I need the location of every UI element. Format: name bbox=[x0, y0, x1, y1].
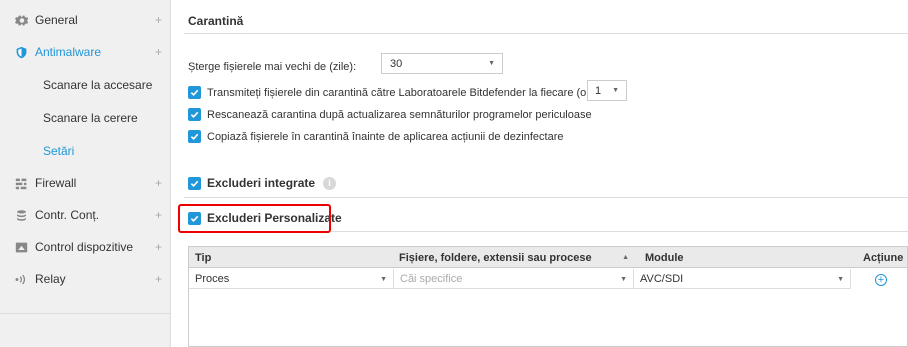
send-to-labs-label: Transmiteți fișierele din carantină cătr… bbox=[207, 86, 600, 99]
divider bbox=[331, 231, 908, 232]
chevron-down-icon: ▼ bbox=[488, 60, 495, 67]
paths-placeholder: Căi specifice bbox=[400, 272, 463, 285]
expand-icon[interactable]: + bbox=[155, 208, 162, 222]
divider bbox=[184, 197, 908, 198]
shield-icon bbox=[14, 45, 28, 59]
sidebar-item-label: General bbox=[35, 13, 78, 27]
send-to-labs-checkbox[interactable] bbox=[188, 86, 201, 99]
sidebar-item-general[interactable]: General + bbox=[0, 4, 170, 36]
rescan-label: Rescanează carantina după actualizarea s… bbox=[207, 108, 592, 121]
sidebar-item-label: Firewall bbox=[35, 176, 77, 190]
expand-icon[interactable]: + bbox=[155, 45, 162, 59]
sidebar: General + Antimalware + Scanare la acces… bbox=[0, 0, 171, 347]
gear-icon bbox=[14, 13, 28, 27]
main-panel: Carantină Șterge fișierele mai vechi de … bbox=[172, 0, 908, 347]
delete-older-label: Șterge fișierele mai vechi de (zile): bbox=[188, 61, 357, 73]
builtin-exclusions-checkbox[interactable] bbox=[188, 176, 201, 190]
chevron-down-icon: ▼ bbox=[837, 276, 844, 283]
sidebar-item-firewall[interactable]: Firewall + bbox=[0, 167, 170, 199]
type-select[interactable]: Proces ▼ bbox=[189, 269, 394, 289]
module-select[interactable]: AVC/SDI ▼ bbox=[634, 269, 851, 289]
sidebar-divider bbox=[0, 313, 170, 314]
expand-icon[interactable]: + bbox=[155, 176, 162, 190]
divider bbox=[184, 33, 908, 34]
delete-days-value: 30 bbox=[390, 57, 403, 70]
section-title: Carantină bbox=[188, 14, 244, 28]
info-icon[interactable]: i bbox=[323, 176, 337, 190]
column-header-action: Acțiune bbox=[863, 251, 904, 264]
send-hours-value: 1 bbox=[595, 84, 602, 97]
module-value: AVC/SDI bbox=[640, 272, 684, 285]
send-to-labs-row: Transmiteți fișierele din carantină cătr… bbox=[188, 86, 600, 99]
database-icon bbox=[14, 208, 28, 222]
sidebar-item-content-control[interactable]: Contr. Conț. + bbox=[0, 199, 170, 231]
sidebar-subitem-on-access[interactable]: Scanare la accesare bbox=[0, 68, 170, 101]
copy-before-disinfect-checkbox[interactable] bbox=[188, 130, 201, 143]
table-header: Tip Fișiere, foldere, extensii sau proce… bbox=[189, 247, 907, 268]
paths-select[interactable]: Căi specifice ▼ bbox=[394, 269, 634, 289]
sidebar-item-label: Control dispozitive bbox=[35, 240, 134, 254]
column-header-files-label: Fișiere, foldere, extensii sau procese bbox=[399, 251, 592, 264]
sidebar-item-label: Relay bbox=[35, 272, 66, 286]
sidebar-item-label: Antimalware bbox=[35, 45, 102, 59]
rescan-row: Rescanează carantina după actualizarea s… bbox=[188, 108, 592, 121]
sidebar-item-device-control[interactable]: Control dispozitive + bbox=[0, 231, 170, 263]
expand-icon[interactable]: + bbox=[155, 240, 162, 254]
chevron-down-icon: ▼ bbox=[380, 276, 387, 283]
sidebar-item-label: Contr. Conț. bbox=[35, 208, 100, 222]
type-value: Proces bbox=[195, 272, 230, 285]
builtin-exclusions-header: Excluderi integrate i bbox=[188, 176, 337, 190]
expand-icon[interactable]: + bbox=[155, 272, 162, 286]
sidebar-subitem-settings[interactable]: Setări bbox=[0, 134, 170, 167]
expand-icon[interactable]: + bbox=[155, 13, 162, 27]
builtin-exclusions-label: Excluderi integrate bbox=[207, 176, 316, 190]
chevron-down-icon: ▼ bbox=[620, 276, 627, 283]
copy-before-disinfect-label: Copiază fișierele în carantină înainte d… bbox=[207, 130, 564, 143]
send-hours-select[interactable]: 1 ▼ bbox=[587, 80, 627, 101]
firewall-icon bbox=[14, 176, 28, 190]
column-header-files[interactable]: Fișiere, foldere, extensii sau procese ▲ bbox=[399, 247, 637, 268]
highlight-annotation bbox=[178, 204, 331, 233]
device-icon bbox=[14, 240, 28, 254]
delete-days-select[interactable]: 30 ▼ bbox=[381, 53, 503, 74]
sidebar-item-antimalware[interactable]: Antimalware + bbox=[0, 36, 170, 68]
rescan-checkbox[interactable] bbox=[188, 108, 201, 121]
copy-before-disinfect-row: Copiază fișierele în carantină înainte d… bbox=[188, 130, 564, 143]
add-exclusion-button[interactable]: + bbox=[875, 274, 887, 286]
sort-up-icon: ▲ bbox=[622, 254, 629, 261]
exclusions-table: Tip Fișiere, foldere, extensii sau proce… bbox=[188, 246, 908, 347]
sidebar-item-relay[interactable]: Relay + bbox=[0, 263, 170, 295]
column-header-module[interactable]: Module bbox=[645, 247, 684, 268]
relay-icon bbox=[14, 272, 28, 286]
sidebar-subitem-on-demand[interactable]: Scanare la cerere bbox=[0, 101, 170, 134]
column-header-type[interactable]: Tip bbox=[195, 247, 211, 268]
chevron-down-icon: ▼ bbox=[612, 87, 619, 94]
